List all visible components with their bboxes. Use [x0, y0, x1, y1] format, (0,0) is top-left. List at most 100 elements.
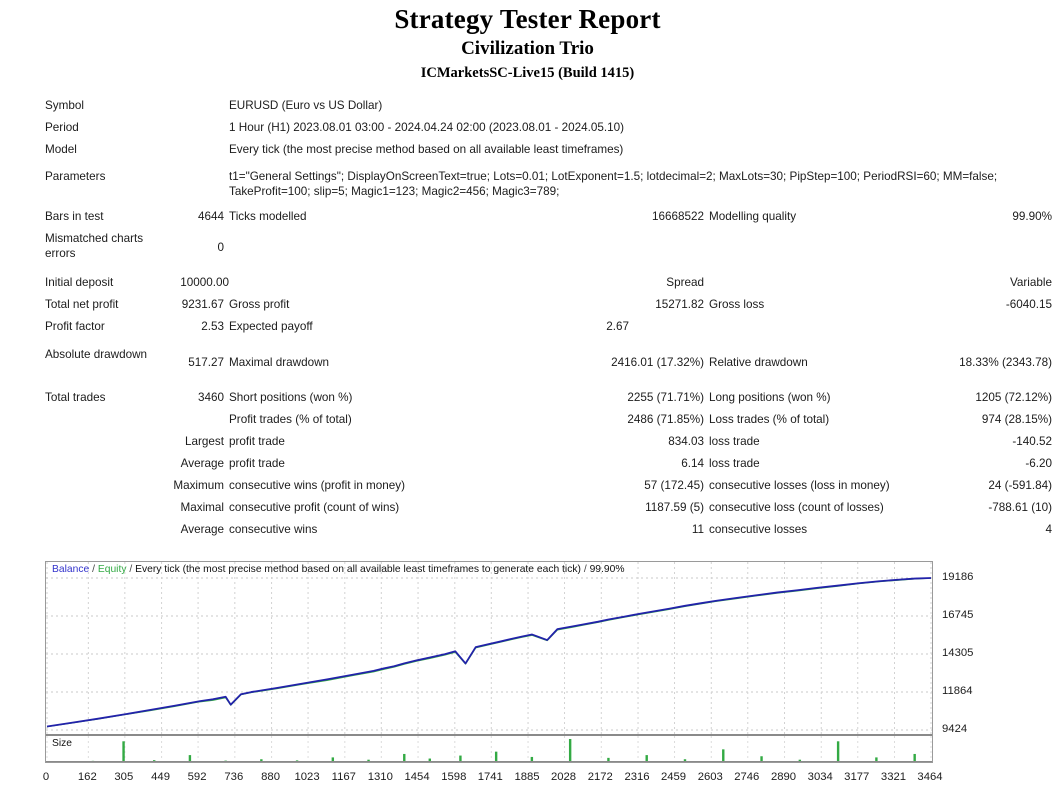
profit-factor-label: Profit factor [45, 319, 105, 333]
ticks-modelled-label: Ticks modelled [229, 209, 307, 223]
gross-loss-value: -6040.15 [1005, 297, 1052, 311]
largest-label: Largest [185, 434, 224, 448]
report-header: Strategy Tester Report Civilization Trio… [0, 0, 1055, 83]
symbol-value: EURUSD (Euro vs US Dollar) [229, 98, 383, 112]
legend-equity-label: Equity [97, 564, 127, 575]
table-row-parameters: Parameters t1="General Settings"; Displa… [45, 165, 1052, 200]
size-svg [46, 736, 932, 762]
long-positions-label: Long positions (won %) [709, 390, 831, 404]
x-axis-tick-label: 1454 [404, 771, 430, 783]
x-axis-tick-label: 1023 [294, 771, 320, 783]
table-row-model: Model Every tick (the most precise metho… [45, 143, 1052, 165]
max-consecutive-wins-label: consecutive wins (profit in money) [229, 478, 406, 492]
average2-label: Average [180, 522, 224, 536]
table-row-initial-deposit: Initial deposit 10000.00 Spread Variable [45, 276, 1052, 298]
x-axis-tick-label: 880 [261, 771, 280, 783]
largest-profit-trade-value: 834.03 [668, 434, 704, 448]
x-axis-tick-label: 3034 [807, 771, 833, 783]
table-row-largest-trade: Largest profit trade 834.03 loss trade -… [45, 435, 1052, 457]
y-axis-tick-label: 14305 [942, 647, 974, 659]
table-row-symbol: Symbol EURUSD (Euro vs US Dollar) [45, 99, 1052, 121]
y-axis-tick-label: 16745 [942, 609, 974, 621]
expected-payoff-value: 2.67 [606, 319, 629, 333]
table-row-average-consecutive: Average consecutive wins 11 consecutive … [45, 523, 1052, 545]
mismatched-charts-label: Mismatched charts errors [45, 231, 144, 260]
x-axis-tick-label: 2746 [734, 771, 760, 783]
total-net-profit-value: 9231.67 [181, 297, 224, 311]
profit-trades-value: 2486 (71.85%) [627, 412, 704, 426]
initial-deposit-label: Initial deposit [45, 275, 114, 289]
spread-value: Variable [1009, 275, 1052, 289]
maximal-drawdown-label: Maximal drawdown [229, 355, 330, 369]
table-row-maximum-consecutive: Maximum consecutive wins (profit in mone… [45, 479, 1052, 501]
period-value: 1 Hour (H1) 2023.08.01 03:00 - 2024.04.2… [229, 120, 625, 134]
loss-trades-label: Loss trades (% of total) [709, 412, 830, 426]
largest-profit-trade-label: profit trade [229, 434, 285, 448]
x-axis-tick-label: 1167 [331, 771, 356, 783]
x-axis-tick-label: 2172 [587, 771, 613, 783]
symbol-label: Symbol [45, 98, 84, 112]
table-row-maximal-consecutive: Maximal consecutive profit (count of win… [45, 501, 1052, 523]
table-row-period: Period 1 Hour (H1) 2023.08.01 03:00 - 20… [45, 121, 1052, 143]
average-profit-trade-label: profit trade [229, 456, 285, 470]
chart-plot-area: Balance / Equity / Every tick (the most … [45, 561, 933, 763]
gross-loss-label: Gross loss [709, 297, 765, 311]
x-axis-tick-label: 2890 [770, 771, 797, 783]
table-row-total-net-profit: Total net profit 9231.67 Gross profit 15… [45, 298, 1052, 320]
chart-legend: Balance / Equity / Every tick (the most … [52, 564, 625, 575]
balance-equity-plot [46, 562, 932, 734]
report-stats-table: Symbol EURUSD (Euro vs US Dollar) Period… [45, 99, 1052, 545]
average-profit-trade-value: 6.14 [681, 456, 704, 470]
bars-in-test-value: 4644 [197, 209, 224, 223]
model-value: Every tick (the most precise method base… [229, 142, 624, 156]
maximal-drawdown-value: 2416.01 (17.32%) [611, 355, 704, 369]
x-axis-tick-label: 1741 [477, 771, 503, 783]
page-title: Strategy Tester Report [394, 4, 661, 34]
absolute-drawdown-label: Absolute drawdown [45, 347, 148, 361]
maximal-consecutive-profit-value: 1187.59 (5) [645, 500, 704, 514]
model-label: Model [45, 142, 77, 156]
x-axis-tick-label: 1885 [514, 771, 540, 783]
gross-profit-value: 15271.82 [655, 297, 704, 311]
x-axis-tick-label: 736 [224, 771, 244, 783]
x-axis-tick-label: 162 [77, 771, 97, 783]
x-axis-tick-label: 2316 [624, 771, 650, 783]
expert-name: Civilization Trio [461, 38, 594, 60]
average-loss-trade-label: loss trade [709, 456, 760, 470]
mismatched-charts-value: 0 [217, 240, 224, 254]
relative-drawdown-label: Relative drawdown [709, 355, 808, 369]
period-label: Period [45, 120, 79, 134]
table-row-absolute-drawdown: Absolute drawdown 517.27 Maximal drawdow… [45, 348, 1052, 381]
profit-factor-value: 2.53 [201, 319, 224, 333]
initial-deposit-value: 10000.00 [180, 275, 229, 289]
chart-y-axis: 9424 11864 14305 16745 19186 [934, 561, 1044, 763]
x-axis-tick-label: 3177 [844, 771, 870, 783]
x-axis-tick-label: 3464 [917, 771, 943, 783]
short-positions-value: 2255 (71.71%) [627, 390, 704, 404]
parameters-value: t1="General Settings"; DisplayOnScreenTe… [229, 169, 998, 198]
x-axis-tick-label: 592 [187, 771, 207, 783]
total-trades-label: Total trades [45, 390, 106, 404]
largest-loss-trade-label: loss trade [709, 434, 760, 448]
largest-loss-trade-value: -140.52 [1012, 434, 1052, 448]
parameters-label: Parameters [45, 169, 106, 183]
maximum-label: Maximum [173, 478, 224, 492]
chart-x-axis: 0 162 305 449 592 736 880 1023 1167 1310 1454 1598 1… [43, 765, 945, 789]
legend-quality-text: 99.90% [589, 564, 625, 575]
gross-profit-label: Gross profit [229, 297, 290, 311]
max-consecutive-losses-value: 24 (-591.84) [988, 478, 1052, 492]
avg-consecutive-losses-value: 4 [1045, 522, 1052, 536]
y-axis-tick-label: 11864 [942, 685, 973, 697]
absolute-drawdown-value: 517.27 [188, 355, 224, 369]
equity-chart: Balance / Equity / Every tick (the most … [43, 561, 1050, 796]
ticks-modelled-value: 16668522 [651, 209, 704, 223]
y-axis-tick-label: 19186 [942, 571, 974, 583]
average-loss-trade-value: -6.20 [1025, 456, 1052, 470]
size-panel-label: Size [52, 738, 73, 749]
y-axis-tick-label: 9424 [942, 723, 968, 735]
table-row-mismatched-charts: Mismatched charts errors 0 [45, 232, 1052, 266]
table-row-profit-factor: Profit factor 2.53 Expected payoff 2.67 [45, 320, 1052, 342]
spread-label: Spread [666, 275, 704, 289]
relative-drawdown-value: 18.33% (2343.78) [959, 355, 1052, 369]
table-row-total-trades: Total trades 3460 Short positions (won %… [45, 391, 1052, 413]
